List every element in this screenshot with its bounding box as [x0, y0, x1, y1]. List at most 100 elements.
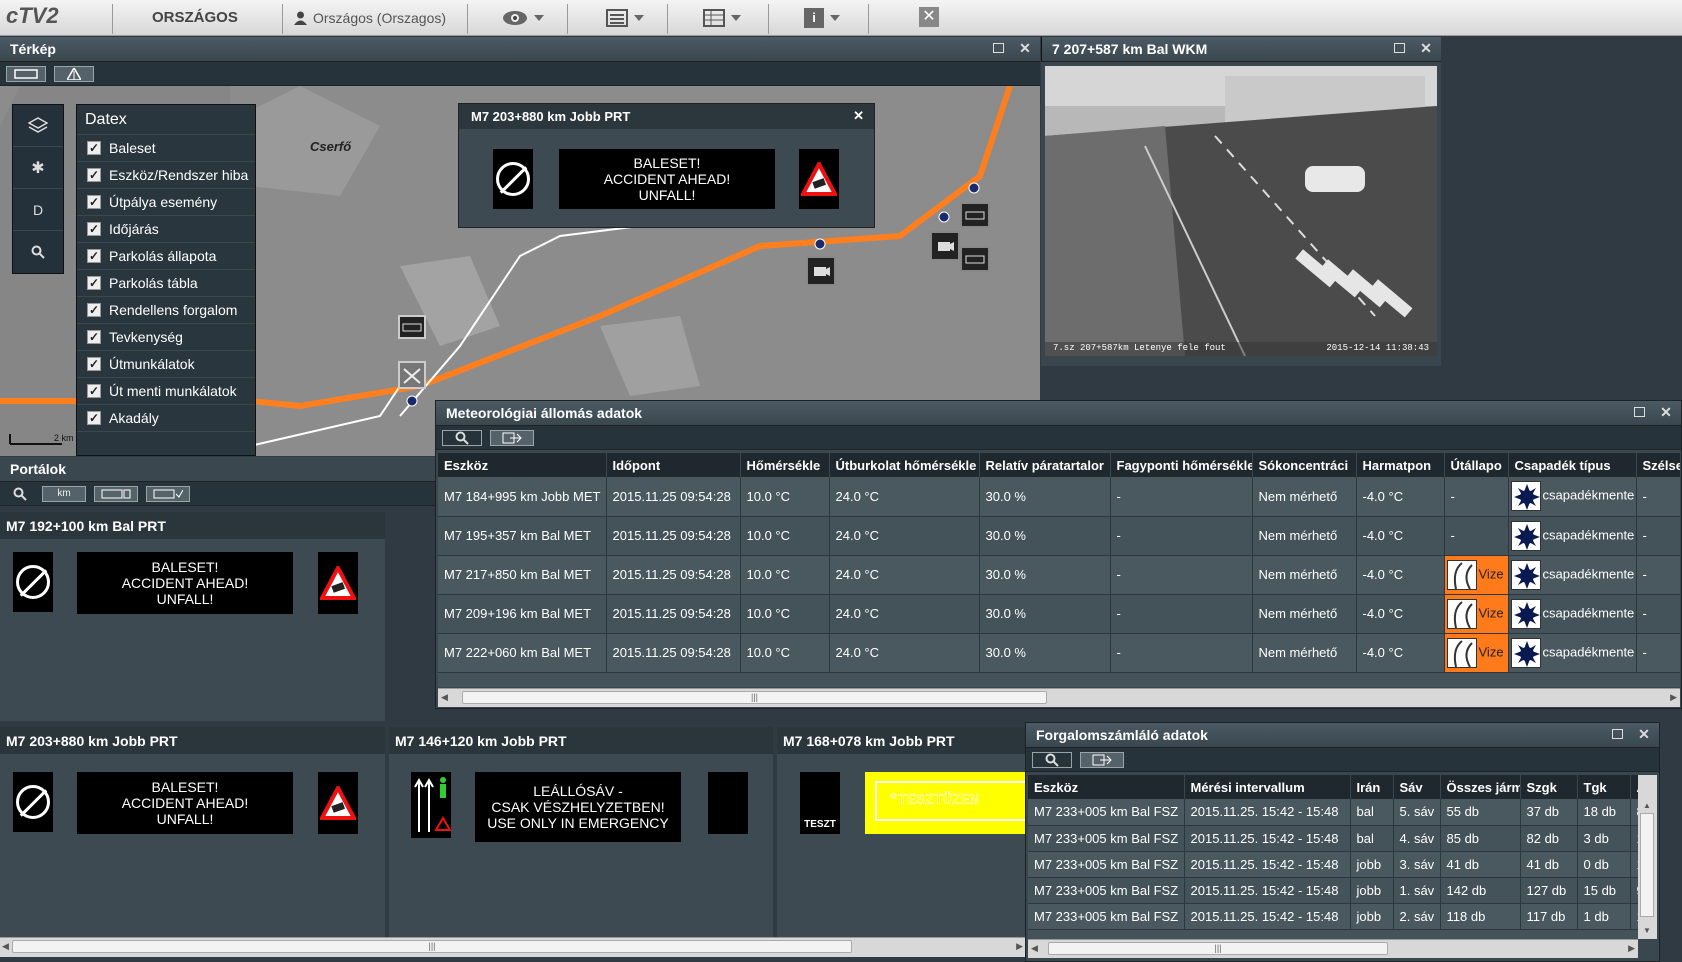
- table-row[interactable]: M7 233+005 km Bal FSZ 2015.11.25. 15:42 -…: [1028, 799, 1638, 826]
- traffic-horizontal-scrollbar[interactable]: ◀ ||| ▶: [1028, 939, 1638, 958]
- checkbox-checked-icon[interactable]: ✓: [87, 276, 101, 290]
- traffic-export-button[interactable]: [1080, 751, 1124, 768]
- portal-vms-check-button[interactable]: [146, 485, 190, 502]
- list-menu-button[interactable]: [606, 7, 644, 29]
- checkbox-checked-icon[interactable]: ✓: [87, 195, 101, 209]
- scroll-left-arrow-icon[interactable]: ◀: [1031, 943, 1038, 954]
- table-row[interactable]: M7 233+005 km Bal FSZ 2015.11.25. 15:42 -…: [1028, 877, 1638, 904]
- table-row[interactable]: M7 233+005 km Bal FSZ 2015.11.25. 15:42 -…: [1028, 903, 1638, 930]
- column-header[interactable]: Harmatpon: [1356, 453, 1445, 477]
- close-all-button[interactable]: ✕: [919, 7, 939, 27]
- table-row[interactable]: M7 233+005 km Bal FSZ 2015.11.25. 15:42 -…: [1028, 851, 1638, 878]
- camera-map-marker[interactable]: [806, 256, 836, 286]
- checkbox-checked-icon[interactable]: ✓: [87, 384, 101, 398]
- column-header[interactable]: Eszköz: [438, 453, 607, 477]
- column-header[interactable]: Sókoncentráci: [1252, 453, 1357, 477]
- datex-layer-item[interactable]: ✓ Akadály: [77, 405, 255, 432]
- table-row[interactable]: M7 233+005 km Bal FSZ 2015.11.25. 15:42 -…: [1028, 825, 1638, 852]
- checkbox-checked-icon[interactable]: ✓: [87, 168, 101, 182]
- close-button[interactable]: ✕: [1659, 405, 1673, 419]
- scroll-right-arrow-icon[interactable]: ▶: [1628, 943, 1635, 954]
- maximize-button[interactable]: [1612, 729, 1623, 739]
- datex-layer-item[interactable]: ✓ Parkolás állapota: [77, 243, 255, 270]
- meteo-search-button[interactable]: [442, 429, 482, 446]
- maximize-button[interactable]: [1634, 407, 1645, 417]
- route-button[interactable]: [54, 65, 94, 82]
- datex-layer-item[interactable]: ✓ Út menti munkálatok: [77, 378, 255, 405]
- checkbox-checked-icon[interactable]: ✓: [87, 222, 101, 236]
- popup-close-button[interactable]: ✕: [853, 108, 864, 124]
- camera-image[interactable]: 7.sz 207+587km Letenye fele fout 2015-12…: [1045, 66, 1437, 356]
- datex-layer-item[interactable]: ✓ Eszköz/Rendszer hiba: [77, 162, 255, 189]
- datex-layer-item[interactable]: ✓ Útmunkálatok: [77, 351, 255, 378]
- layers-button[interactable]: [13, 105, 63, 147]
- table-row[interactable]: M7 222+060 km Bal MET 2015.11.25 09:54:28…: [438, 633, 1680, 673]
- scroll-right-arrow-icon[interactable]: ▶: [1670, 692, 1677, 703]
- scroll-left-arrow-icon[interactable]: ◀: [2, 941, 9, 952]
- maximize-button[interactable]: [1394, 43, 1405, 53]
- column-header[interactable]: Eszköz: [1028, 775, 1185, 799]
- tools-button[interactable]: ✱: [13, 147, 63, 189]
- table-row[interactable]: M7 217+850 km Bal MET 2015.11.25 09:54:28…: [438, 555, 1680, 595]
- datex-layer-item[interactable]: ✓ Rendellens forgalom: [77, 297, 255, 324]
- checkbox-checked-icon[interactable]: ✓: [87, 357, 101, 371]
- scroll-down-arrow-icon[interactable]: ▼: [1643, 926, 1651, 935]
- column-header[interactable]: Összes járm: [1440, 775, 1521, 799]
- column-header[interactable]: Relatív páratartalor: [979, 453, 1111, 477]
- accident-map-marker[interactable]: [398, 361, 426, 389]
- portals-horizontal-scrollbar[interactable]: ◀ ||| ▶: [0, 937, 1025, 957]
- scroll-thumb[interactable]: |||: [12, 940, 852, 953]
- checkbox-checked-icon[interactable]: ✓: [87, 141, 101, 155]
- user-menu[interactable]: Országos (Orszagos): [294, 7, 446, 29]
- column-header[interactable]: Sáv: [1393, 775, 1441, 799]
- traffic-vertical-scrollbar[interactable]: ▲ ▼: [1638, 775, 1657, 939]
- portal-tile[interactable]: M7 203+880 km Jobb PRT BALESET! ACCIDENT …: [0, 727, 385, 937]
- d-button[interactable]: D: [13, 189, 63, 231]
- scroll-right-arrow-icon[interactable]: ▶: [1016, 941, 1023, 952]
- table-row[interactable]: M7 195+357 km Bal MET 2015.11.25 09:54:28…: [438, 516, 1680, 556]
- column-header[interactable]: Csapadék típus: [1508, 453, 1637, 477]
- maximize-button[interactable]: [993, 43, 1004, 53]
- column-header[interactable]: Fagyponti hőmérsékle: [1110, 453, 1253, 477]
- meteo-horizontal-scrollbar[interactable]: ◀ ||| ▶: [438, 688, 1680, 707]
- scroll-thumb[interactable]: |||: [462, 691, 1047, 704]
- column-header[interactable]: Átla: [1630, 775, 1638, 799]
- column-header[interactable]: Útburkolat hőmérsékle: [829, 453, 980, 477]
- scroll-left-arrow-icon[interactable]: ◀: [441, 692, 448, 703]
- column-header[interactable]: Szgk: [1520, 775, 1578, 799]
- fit-extent-button[interactable]: [6, 65, 46, 82]
- checkbox-checked-icon[interactable]: ✓: [87, 411, 101, 425]
- close-button[interactable]: ✕: [1018, 41, 1032, 55]
- column-header[interactable]: Irán: [1350, 775, 1394, 799]
- portal-search-button[interactable]: [6, 486, 34, 502]
- meteo-export-button[interactable]: [490, 429, 534, 446]
- table-row[interactable]: M7 184+995 km Jobb MET 2015.11.25 09:54:2…: [438, 477, 1680, 517]
- column-header[interactable]: Szélse: [1636, 453, 1680, 477]
- checkbox-checked-icon[interactable]: ✓: [87, 249, 101, 263]
- close-button[interactable]: ✕: [1637, 727, 1651, 741]
- vms-map-marker[interactable]: [398, 315, 426, 339]
- portal-vms-filter-button[interactable]: [94, 485, 138, 502]
- vms-map-marker[interactable]: [960, 202, 990, 228]
- table-menu-button[interactable]: [703, 7, 741, 29]
- scroll-thumb[interactable]: |||: [1048, 942, 1388, 955]
- column-header[interactable]: Hőmérsékle: [740, 453, 830, 477]
- portal-tile[interactable]: M7 146+120 km Jobb PRT LEÁLLÓSÁV - CSAK V…: [389, 727, 773, 937]
- info-menu-button[interactable]: i: [804, 7, 840, 29]
- close-button[interactable]: ✕: [1419, 41, 1433, 55]
- camera-map-marker[interactable]: [930, 231, 960, 261]
- datex-layer-item[interactable]: ✓ Útpálya esemény: [77, 189, 255, 216]
- portal-tile[interactable]: M7 168+078 km Jobb PRT TESZT *TESZTÜZEN: [777, 727, 1025, 937]
- view-menu-button[interactable]: [502, 7, 544, 29]
- portal-tile[interactable]: M7 192+100 km Bal PRT BALESET! ACCIDENT A…: [0, 512, 385, 724]
- portal-zoom-button[interactable]: km: [42, 485, 86, 502]
- datex-layer-item[interactable]: ✓ Parkolás tábla: [77, 270, 255, 297]
- checkbox-checked-icon[interactable]: ✓: [87, 330, 101, 344]
- datex-layer-item[interactable]: ✓ Baleset: [77, 135, 255, 162]
- column-header[interactable]: Időpont: [606, 453, 741, 477]
- checkbox-checked-icon[interactable]: ✓: [87, 303, 101, 317]
- search-button[interactable]: [13, 231, 63, 273]
- datex-layer-item[interactable]: ✓ Időjárás: [77, 216, 255, 243]
- scroll-thumb[interactable]: [1640, 813, 1654, 917]
- column-header[interactable]: Tgk: [1577, 775, 1631, 799]
